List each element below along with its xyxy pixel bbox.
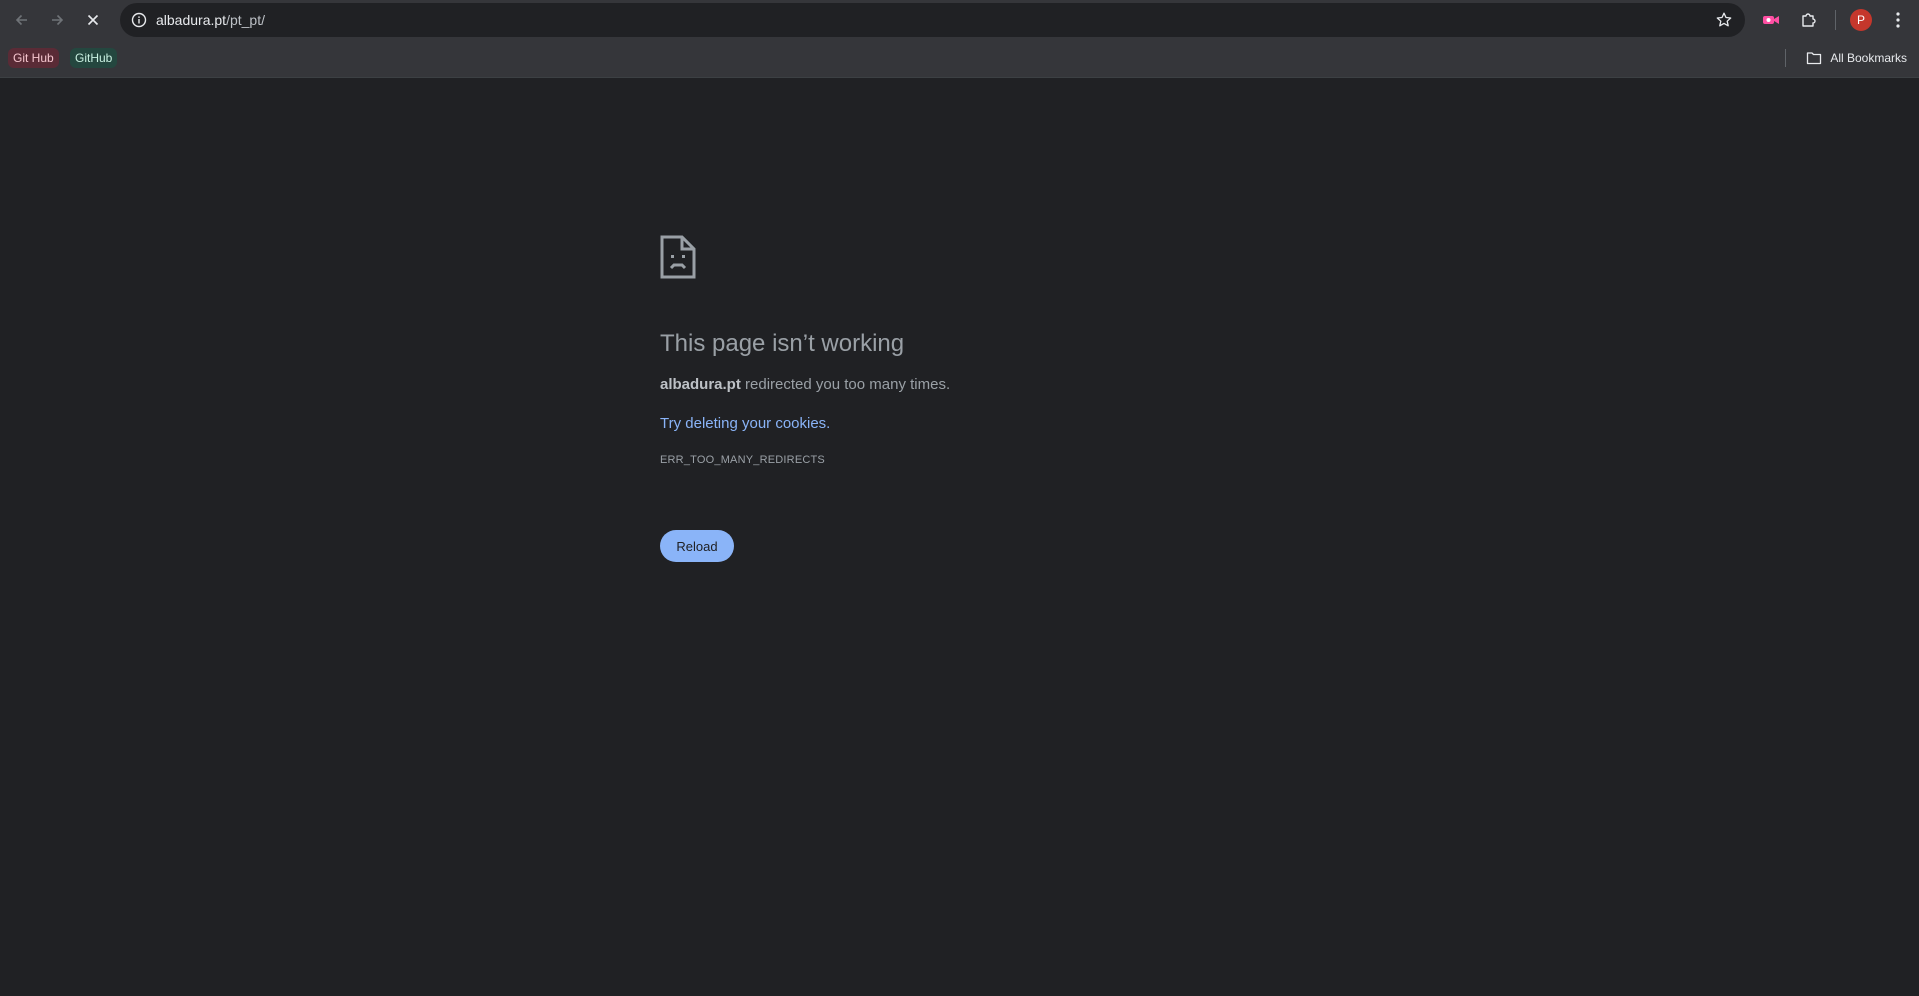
more-vert-icon (1896, 12, 1900, 28)
browser-toolbar: albadura.pt/pt_pt/ P (0, 0, 1919, 40)
profile-avatar[interactable]: P (1850, 9, 1872, 31)
site-info-icon[interactable] (130, 11, 148, 29)
all-bookmarks-label: All Bookmarks (1830, 51, 1907, 65)
star-icon[interactable] (1715, 11, 1733, 29)
url-text[interactable]: albadura.pt/pt_pt/ (156, 3, 265, 37)
folder-icon (1807, 52, 1822, 65)
url-path: /pt_pt/ (226, 12, 265, 28)
arrow-right-icon (52, 14, 64, 26)
forward-button[interactable] (43, 6, 71, 34)
error-title: This page isn’t working (660, 330, 905, 357)
error-description: albadura.pt redirected you too many time… (660, 375, 1280, 395)
back-button[interactable] (8, 6, 36, 34)
stop-loading-button[interactable] (79, 6, 107, 34)
extension-pinned-button[interactable] (1759, 8, 1783, 32)
toolbar-divider (1835, 10, 1836, 30)
url-host: albadura.pt (156, 12, 227, 28)
extensions-button[interactable] (1797, 8, 1821, 32)
all-bookmarks-button[interactable]: All Bookmarks (1785, 48, 1907, 68)
suggestion-link[interactable]: Try deleting your cookies. (660, 414, 1280, 434)
error-content: This page isn’t working albadura.pt redi… (660, 235, 1280, 562)
error-message: redirected you too many times. (740, 376, 951, 393)
puzzle-icon (1802, 13, 1816, 27)
bookmarks-divider (1785, 49, 1787, 67)
video-record-icon (1763, 16, 1779, 24)
reload-button[interactable]: Reload (660, 530, 734, 562)
arrow-left-icon (15, 14, 27, 26)
menu-button[interactable] (1886, 8, 1910, 32)
bookmark-github[interactable]: GitHub (70, 48, 118, 68)
error-host: albadura.pt (660, 376, 741, 393)
bookmark-git-hub[interactable]: Git Hub (8, 48, 59, 68)
close-icon (87, 14, 99, 26)
sad-page-icon (660, 235, 696, 279)
bookmarks-bar: Git Hub GitHub All Bookmarks (0, 40, 1919, 78)
address-bar[interactable]: albadura.pt/pt_pt/ (120, 3, 1745, 37)
error-code: ERR_TOO_MANY_REDIRECTS (660, 454, 825, 466)
